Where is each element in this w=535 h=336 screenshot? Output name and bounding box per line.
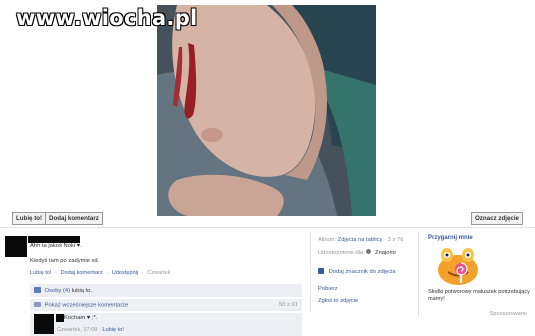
ad-title[interactable]: Przygarnij mnie [428, 235, 473, 241]
show-older-comments-link[interactable]: Pokaż wcześniejsze komentarze [45, 303, 129, 309]
post-like-link[interactable]: Lubię to! [30, 270, 51, 276]
add-comment-button[interactable]: Dodaj komentarz [45, 212, 103, 225]
separator: · [141, 270, 144, 276]
album-link[interactable]: Zdjęcia na tablicy [338, 237, 383, 243]
post-subtitle: Kiedyś tam po zadymie xd. [30, 258, 100, 264]
comments-count: 50 z 91 [278, 302, 298, 308]
comment-like-link[interactable]: Lubię to! [102, 327, 123, 333]
commenter-name-redacted [56, 314, 64, 322]
sponsored-label: Sponsorowane [489, 311, 527, 317]
likes-bar: Osoby (4) lubią to. [30, 284, 302, 297]
separator: · [98, 327, 101, 333]
comment-meta: Czwartek, 17:09 · Lubię to! [57, 327, 124, 333]
report-row: Zgłoś to zdjęcie [318, 298, 358, 304]
shared-value[interactable]: Znajomi [375, 250, 396, 256]
older-comments-bar: Pokaż wcześniejsze komentarze 50 z 91 [30, 298, 302, 311]
commenter-avatar-redacted [34, 314, 54, 334]
separator: · [55, 270, 57, 276]
post-share-link[interactable]: Udostępnij [112, 270, 138, 276]
add-location-link[interactable]: Dodaj znacznik do zdjęcia [329, 269, 396, 275]
photo-image [157, 5, 376, 216]
album-info: Album: Zdjęcia na tablicy · 3 z 76 [318, 237, 403, 243]
tag-icon [318, 268, 324, 274]
ad-image[interactable] [430, 245, 486, 287]
site-watermark: www.wiocha.pl [16, 6, 198, 30]
post-actions: Lubię to! · Dodaj komentarz · Udostępnij… [30, 270, 173, 276]
thumbs-up-icon [34, 287, 41, 293]
shared-label: Udostępnione dla: [318, 250, 365, 256]
album-position: · 3 z 76 [384, 237, 404, 243]
photo[interactable] [157, 5, 376, 216]
author-name-redacted [28, 236, 80, 243]
likes-suffix: lubią to. [71, 288, 93, 294]
like-photo-button[interactable]: Lubię to! [12, 212, 47, 225]
divider [310, 232, 311, 312]
photo-viewer: Lubię to! Dodaj komentarz Oznacz zdjęcie [0, 0, 535, 228]
separator: · [106, 270, 109, 276]
author-avatar-redacted [5, 236, 27, 257]
divider [418, 232, 419, 317]
likes-count-link[interactable]: Osoby (4) [45, 288, 70, 294]
friends-icon [366, 249, 372, 254]
post-caption: Ahh ta jakoś Noki ♥. [30, 243, 82, 249]
ad-text: Słodki potworowy maluszek potrzebujący m… [428, 289, 530, 302]
comment-timestamp: Czwartek, 17:09 [57, 327, 98, 333]
download-row: Pobierz [318, 286, 338, 292]
tag-photo-button[interactable]: Oznacz zdjęcie [470, 212, 523, 225]
report-link[interactable]: Zgłoś to zdjęcie [318, 298, 358, 304]
comment-bubble-icon [34, 302, 41, 307]
add-location-row: Dodaj znacznik do zdjęcia [318, 268, 396, 275]
album-label: Album: [318, 237, 337, 243]
monster-mascot-icon [430, 245, 486, 287]
post-timestamp: Czwartek [147, 270, 171, 276]
download-link[interactable]: Pobierz [318, 286, 338, 292]
post-comment-link[interactable]: Dodaj komentarz [60, 270, 102, 276]
sharing-info: Udostępnione dla: Znajomi [318, 249, 396, 256]
comment-text: Kocham ♥ ;*. [64, 315, 98, 321]
